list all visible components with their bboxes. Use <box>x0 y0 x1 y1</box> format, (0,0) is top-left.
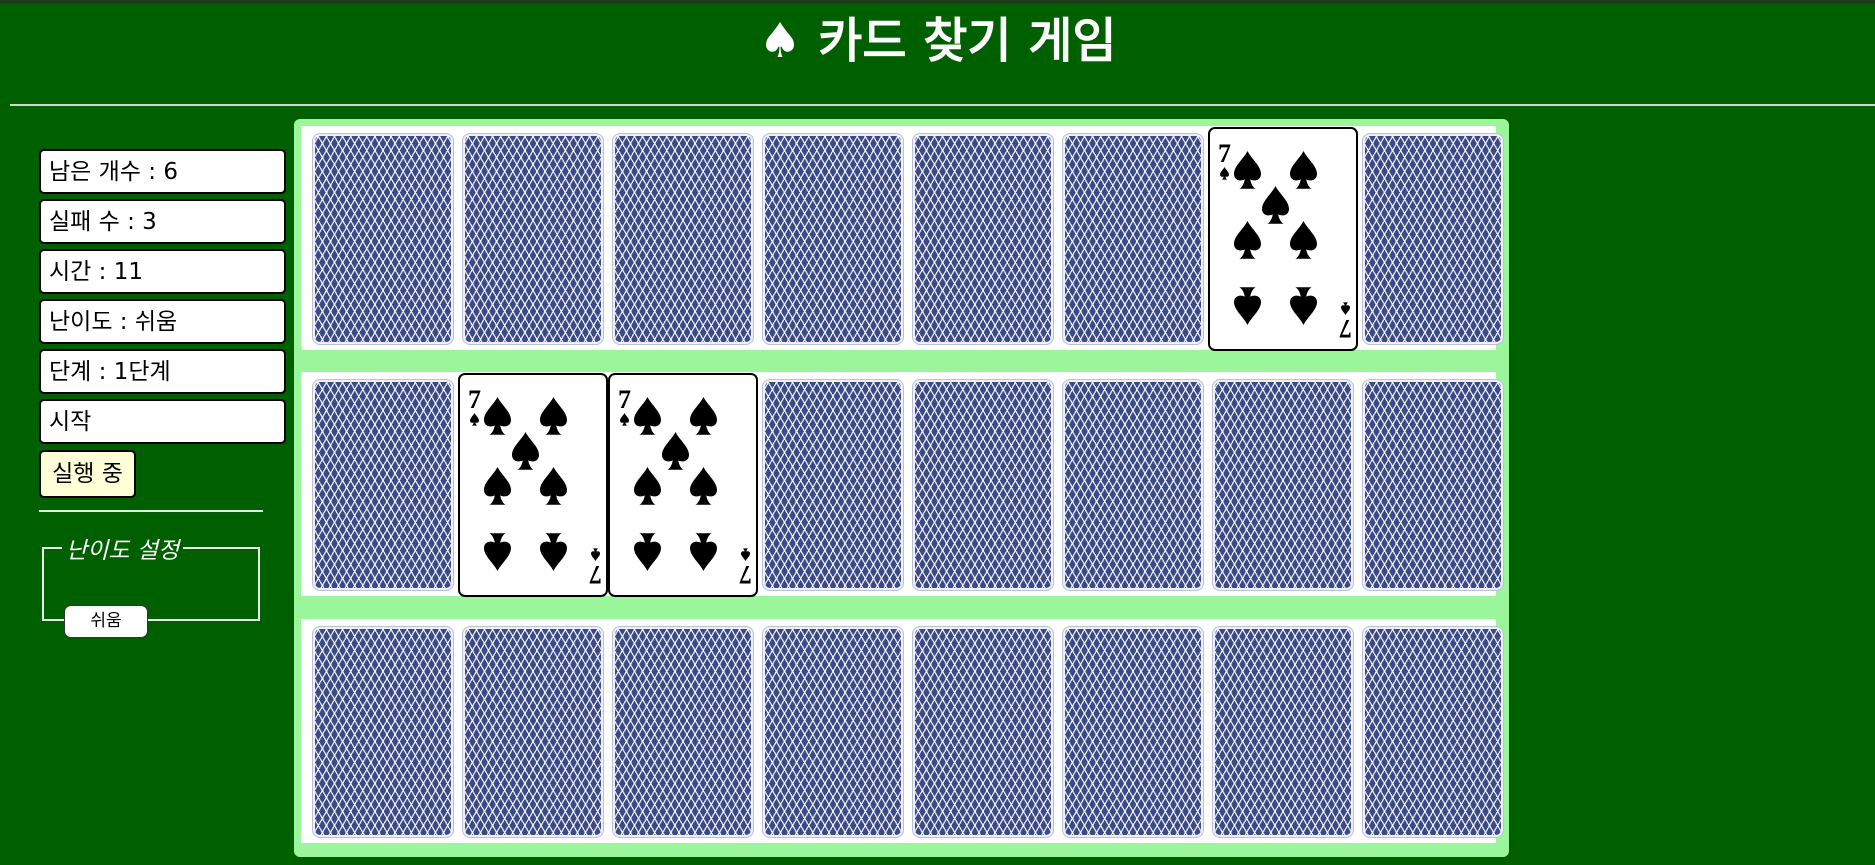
card-face-up[interactable]: 77 <box>458 373 608 597</box>
stage-display: 단계 : 1단계 <box>39 349 286 394</box>
failure-count: 실패 수 : 3 <box>39 199 286 244</box>
card-face-down[interactable] <box>312 379 454 591</box>
card-face-up[interactable]: 77 <box>608 373 758 597</box>
svg-text:7: 7 <box>739 560 752 589</box>
card-board: 777777 <box>294 119 1509 857</box>
card-face-down[interactable] <box>612 133 754 345</box>
card-face-down[interactable] <box>1362 133 1504 345</box>
header-divider <box>10 104 1875 106</box>
page-title: ♠ 카드 찾기 게임 <box>758 13 1117 69</box>
card-face-down[interactable] <box>912 133 1054 345</box>
card-row: 77 <box>301 126 1504 351</box>
card-face-down[interactable] <box>1062 379 1204 591</box>
easy-difficulty-button[interactable]: 쉬움 <box>64 605 148 638</box>
card-face-down[interactable] <box>1062 626 1204 838</box>
difficulty-settings-legend: 난이도 설정 <box>66 538 180 564</box>
card-face-down[interactable] <box>762 379 904 591</box>
card-face-down[interactable] <box>912 379 1054 591</box>
card-face-down[interactable] <box>912 626 1054 838</box>
card-face-down[interactable] <box>462 626 604 838</box>
sidebar-divider <box>39 510 263 512</box>
card-face-down[interactable] <box>612 626 754 838</box>
difficulty-settings: 난이도 설정 쉬움 <box>42 531 260 638</box>
card-face-down[interactable] <box>312 626 454 838</box>
card-row: 7777 <box>301 372 1504 597</box>
card-row <box>301 619 1504 843</box>
remaining-count: 남은 개수 : 6 <box>39 149 286 194</box>
svg-text:7: 7 <box>468 385 481 414</box>
card-face-up[interactable]: 77 <box>1208 127 1358 351</box>
card-face-down[interactable] <box>1062 133 1204 345</box>
difficulty-display: 난이도 : 쉬움 <box>39 299 286 344</box>
card-face-down[interactable] <box>462 133 604 345</box>
card-face-down[interactable] <box>1212 626 1354 838</box>
start-button[interactable]: 시작 <box>39 399 286 444</box>
svg-text:7: 7 <box>589 560 602 589</box>
timer: 시간 : 11 <box>39 249 286 294</box>
running-status-button[interactable]: 실행 중 <box>39 450 136 498</box>
svg-text:7: 7 <box>1339 314 1352 343</box>
card-face-down[interactable] <box>762 133 904 345</box>
card-face-down[interactable] <box>1362 379 1504 591</box>
svg-text:7: 7 <box>618 385 631 414</box>
card-face-down[interactable] <box>1212 379 1354 591</box>
card-face-down[interactable] <box>762 626 904 838</box>
svg-text:7: 7 <box>1218 139 1231 168</box>
card-face-down[interactable] <box>1362 626 1504 838</box>
card-face-down[interactable] <box>312 133 454 345</box>
header: ♠ 카드 찾기 게임 <box>0 0 1875 80</box>
